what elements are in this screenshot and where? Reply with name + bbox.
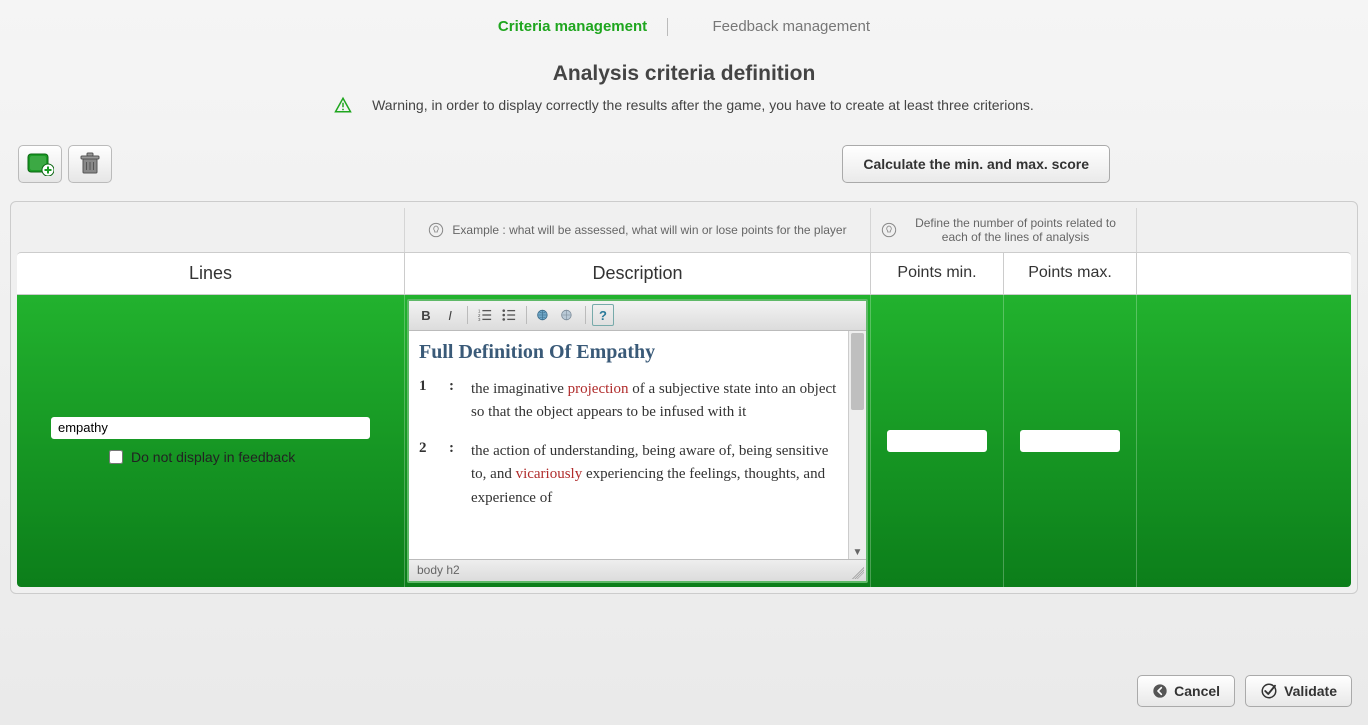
warning-icon (334, 96, 352, 117)
editor-help-button[interactable]: ? (592, 304, 614, 326)
editor-scrollbar[interactable]: ▲ ▼ (848, 331, 866, 559)
cancel-button[interactable]: Cancel (1137, 675, 1235, 707)
delete-criterion-button[interactable] (68, 145, 112, 183)
page-title: Analysis criteria definition (0, 62, 1368, 86)
tab-criteria-management[interactable]: Criteria management (486, 18, 659, 35)
definition-number: 2 (419, 440, 449, 510)
scroll-thumb[interactable] (851, 333, 864, 411)
arrow-left-circle-icon (1152, 683, 1168, 699)
criterion-row: Do not display in feedback B I 123 (17, 295, 1351, 587)
scroll-down-icon[interactable]: ▼ (849, 545, 866, 559)
column-header-spacer (1137, 253, 1351, 294)
tab-feedback-management[interactable]: Feedback management (700, 18, 882, 35)
lightbulb-icon (881, 222, 897, 238)
hint-spacer (1137, 208, 1351, 252)
column-header-lines: Lines (17, 253, 405, 294)
hint-lines (17, 208, 405, 252)
no-display-feedback-checkbox[interactable] (109, 450, 123, 464)
editor-status-bar: body h2 (409, 559, 866, 581)
warning-row: Warning, in order to display correctly t… (0, 96, 1368, 117)
trash-icon (79, 152, 101, 176)
editor-numbered-list-button[interactable]: 123 (474, 304, 496, 326)
bullet-list-icon (502, 308, 516, 322)
editor-bullet-list-button[interactable] (498, 304, 520, 326)
resize-grip-icon[interactable] (852, 567, 864, 579)
globe-link-icon (536, 308, 552, 322)
definition-link[interactable]: vicariously (516, 466, 583, 482)
add-page-icon (26, 152, 54, 176)
check-circle-icon (1260, 682, 1278, 700)
numbered-list-icon: 123 (478, 308, 492, 322)
editor-link-button[interactable] (533, 304, 555, 326)
line-name-input[interactable] (51, 417, 370, 439)
globe-unlink-icon (560, 308, 576, 322)
column-header-points-max: Points max. (1004, 253, 1137, 294)
editor-toolbar: B I 123 (409, 301, 866, 331)
nav-separator (667, 18, 692, 36)
definition-link[interactable]: projection (568, 381, 629, 397)
description-editor[interactable]: B I 123 (407, 299, 868, 583)
column-header-points-min: Points min. (871, 253, 1004, 294)
editor-italic-button[interactable]: I (439, 304, 461, 326)
definition-text: the action of understanding, being aware… (471, 440, 842, 510)
lightbulb-icon (428, 222, 444, 238)
add-criterion-button[interactable] (18, 145, 62, 183)
editor-content-area[interactable]: Full Definition Of Empathy 1 : the imagi… (409, 331, 866, 559)
hint-description: Example : what will be assessed, what wi… (405, 208, 871, 252)
editor-unlink-button[interactable] (557, 304, 579, 326)
definition-text: the imaginative projection of a subjecti… (471, 378, 842, 425)
top-nav: Criteria management Feedback management (0, 0, 1368, 36)
no-display-feedback-label[interactable]: Do not display in feedback (51, 449, 370, 465)
criteria-panel: Example : what will be assessed, what wi… (10, 201, 1358, 594)
warning-text: Warning, in order to display correctly t… (372, 97, 1034, 113)
definition-number: 1 (419, 378, 449, 425)
calculate-score-button[interactable]: Calculate the min. and max. score (842, 145, 1110, 183)
svg-text:3: 3 (478, 317, 481, 322)
points-min-input[interactable] (887, 430, 987, 452)
editor-heading: Full Definition Of Empathy (419, 341, 842, 364)
hint-points: Define the number of points related to e… (871, 208, 1137, 252)
column-header-description: Description (405, 253, 871, 294)
editor-bold-button[interactable]: B (415, 304, 437, 326)
validate-button[interactable]: Validate (1245, 675, 1352, 707)
points-max-input[interactable] (1020, 430, 1120, 452)
